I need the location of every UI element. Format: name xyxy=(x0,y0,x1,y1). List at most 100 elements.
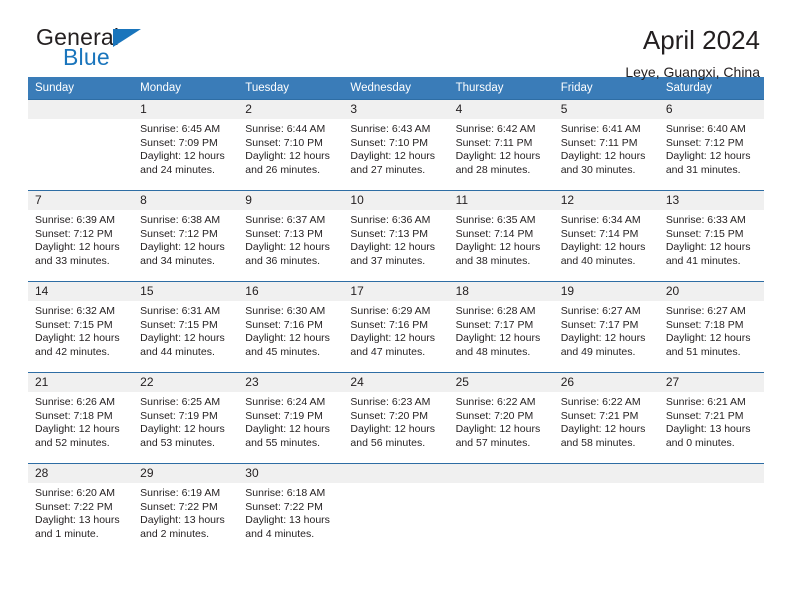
day-cell[interactable]: Sunrise: 6:36 AM Sunset: 7:13 PM Dayligh… xyxy=(343,210,448,281)
day-cell[interactable]: Sunrise: 6:20 AM Sunset: 7:22 PM Dayligh… xyxy=(28,483,133,554)
day-cell[interactable]: Sunrise: 6:37 AM Sunset: 7:13 PM Dayligh… xyxy=(238,210,343,281)
day-number[interactable]: 2 xyxy=(238,100,343,119)
general-blue-logo[interactable]: General Blue xyxy=(28,26,178,82)
sunrise-text: Sunrise: 6:22 AM xyxy=(560,396,641,408)
day-number[interactable]: 21 xyxy=(28,373,133,392)
daylight-text-line2: and 33 minutes. xyxy=(35,254,110,267)
day-cell[interactable]: Sunrise: 6:22 AM Sunset: 7:20 PM Dayligh… xyxy=(449,392,554,463)
day-cell[interactable]: Sunrise: 6:38 AM Sunset: 7:12 PM Dayligh… xyxy=(133,210,238,281)
week-detail-row: Sunrise: 6:32 AM Sunset: 7:15 PM Dayligh… xyxy=(28,301,764,372)
day-number[interactable]: 9 xyxy=(238,191,343,210)
day-cell[interactable]: Sunrise: 6:24 AM Sunset: 7:19 PM Dayligh… xyxy=(238,392,343,463)
day-number[interactable]: 20 xyxy=(659,282,764,301)
day-cell[interactable]: Sunrise: 6:45 AM Sunset: 7:09 PM Dayligh… xyxy=(133,119,238,190)
daylight-text-line2: and 27 minutes. xyxy=(350,163,426,176)
day-number[interactable]: 30 xyxy=(238,464,343,483)
sunset-text: Sunset: 7:19 PM xyxy=(245,409,323,422)
day-number[interactable]: 28 xyxy=(28,464,133,483)
day-cell[interactable]: Sunrise: 6:22 AM Sunset: 7:21 PM Dayligh… xyxy=(554,392,659,463)
day-number[interactable]: 8 xyxy=(133,191,238,210)
sunset-text: Sunset: 7:12 PM xyxy=(665,136,744,149)
day-cell[interactable] xyxy=(28,119,133,190)
sunrise-text: Sunrise: 6:19 AM xyxy=(140,487,221,499)
day-cell[interactable] xyxy=(343,483,448,554)
day-number[interactable]: 24 xyxy=(343,373,448,392)
day-number[interactable] xyxy=(28,100,133,119)
day-number[interactable]: 27 xyxy=(659,373,764,392)
day-number[interactable] xyxy=(343,464,448,483)
sunset-text: Sunset: 7:22 PM xyxy=(35,500,113,513)
day-cell[interactable]: Sunrise: 6:30 AM Sunset: 7:16 PM Dayligh… xyxy=(238,301,343,372)
day-cell[interactable] xyxy=(449,483,554,554)
day-cell[interactable]: Sunrise: 6:18 AM Sunset: 7:22 PM Dayligh… xyxy=(238,483,343,554)
day-number[interactable]: 19 xyxy=(554,282,659,301)
day-cell[interactable]: Sunrise: 6:27 AM Sunset: 7:18 PM Dayligh… xyxy=(659,301,764,372)
sunrise-text: Sunrise: 6:28 AM xyxy=(455,305,536,317)
day-cell[interactable]: Sunrise: 6:41 AM Sunset: 7:11 PM Dayligh… xyxy=(554,119,659,190)
day-cell[interactable]: Sunrise: 6:42 AM Sunset: 7:11 PM Dayligh… xyxy=(449,119,554,190)
daylight-text-line1: Daylight: 12 hours xyxy=(560,332,646,345)
day-cell[interactable]: Sunrise: 6:27 AM Sunset: 7:17 PM Dayligh… xyxy=(554,301,659,372)
day-cell[interactable] xyxy=(554,483,659,554)
day-cell[interactable]: Sunrise: 6:39 AM Sunset: 7:12 PM Dayligh… xyxy=(28,210,133,281)
day-cell[interactable]: Sunrise: 6:44 AM Sunset: 7:10 PM Dayligh… xyxy=(238,119,343,190)
day-cell[interactable]: Sunrise: 6:26 AM Sunset: 7:18 PM Dayligh… xyxy=(28,392,133,463)
daylight-text-line2: and 1 minute. xyxy=(35,527,99,540)
daylight-text-line2: and 0 minutes. xyxy=(665,436,735,449)
day-cell[interactable]: Sunrise: 6:35 AM Sunset: 7:14 PM Dayligh… xyxy=(449,210,554,281)
daylight-text-line1: Daylight: 13 hours xyxy=(665,423,751,436)
sunset-text: Sunset: 7:12 PM xyxy=(140,227,218,240)
day-number[interactable]: 6 xyxy=(659,100,764,119)
daylight-text-line1: Daylight: 12 hours xyxy=(245,423,330,436)
daylight-text-line2: and 41 minutes. xyxy=(665,254,741,267)
daylight-text-line2: and 31 minutes. xyxy=(665,163,741,176)
day-number[interactable] xyxy=(659,464,764,483)
day-number[interactable]: 7 xyxy=(28,191,133,210)
day-cell[interactable]: Sunrise: 6:28 AM Sunset: 7:17 PM Dayligh… xyxy=(449,301,554,372)
day-cell[interactable]: Sunrise: 6:34 AM Sunset: 7:14 PM Dayligh… xyxy=(554,210,659,281)
day-number[interactable]: 13 xyxy=(659,191,764,210)
day-number[interactable]: 16 xyxy=(238,282,343,301)
day-cell[interactable]: Sunrise: 6:32 AM Sunset: 7:15 PM Dayligh… xyxy=(28,301,133,372)
day-cell[interactable]: Sunrise: 6:19 AM Sunset: 7:22 PM Dayligh… xyxy=(133,483,238,554)
sunrise-text: Sunrise: 6:22 AM xyxy=(455,396,536,408)
day-number[interactable]: 15 xyxy=(133,282,238,301)
day-number[interactable]: 1 xyxy=(133,100,238,119)
day-cell[interactable]: Sunrise: 6:21 AM Sunset: 7:21 PM Dayligh… xyxy=(659,392,764,463)
day-cell[interactable]: Sunrise: 6:29 AM Sunset: 7:16 PM Dayligh… xyxy=(343,301,448,372)
day-cell[interactable] xyxy=(659,483,764,554)
sunset-text: Sunset: 7:20 PM xyxy=(350,409,429,422)
daylight-text-line2: and 52 minutes. xyxy=(35,436,110,449)
day-number[interactable]: 14 xyxy=(28,282,133,301)
day-number[interactable]: 3 xyxy=(343,100,448,119)
day-number[interactable]: 22 xyxy=(133,373,238,392)
sunset-text: Sunset: 7:10 PM xyxy=(245,136,323,149)
daylight-text-line2: and 44 minutes. xyxy=(140,345,215,358)
day-number[interactable]: 5 xyxy=(554,100,659,119)
day-number[interactable]: 25 xyxy=(449,373,554,392)
day-number[interactable]: 17 xyxy=(343,282,448,301)
day-number[interactable] xyxy=(449,464,554,483)
day-cell[interactable]: Sunrise: 6:25 AM Sunset: 7:19 PM Dayligh… xyxy=(133,392,238,463)
sunset-text: Sunset: 7:19 PM xyxy=(140,409,218,422)
sunset-text: Sunset: 7:22 PM xyxy=(140,500,218,513)
day-number[interactable]: 12 xyxy=(554,191,659,210)
day-number[interactable] xyxy=(554,464,659,483)
daylight-text-line2: and 45 minutes. xyxy=(245,345,320,358)
day-cell[interactable]: Sunrise: 6:43 AM Sunset: 7:10 PM Dayligh… xyxy=(343,119,448,190)
daylight-text-line1: Daylight: 12 hours xyxy=(140,332,225,345)
day-number[interactable]: 18 xyxy=(449,282,554,301)
day-number[interactable]: 23 xyxy=(238,373,343,392)
day-number[interactable]: 26 xyxy=(554,373,659,392)
day-cell[interactable]: Sunrise: 6:31 AM Sunset: 7:15 PM Dayligh… xyxy=(133,301,238,372)
day-number[interactable]: 4 xyxy=(449,100,554,119)
day-cell[interactable]: Sunrise: 6:40 AM Sunset: 7:12 PM Dayligh… xyxy=(659,119,764,190)
day-cell[interactable]: Sunrise: 6:33 AM Sunset: 7:15 PM Dayligh… xyxy=(659,210,764,281)
daylight-text-line1: Daylight: 12 hours xyxy=(35,332,120,345)
day-number[interactable]: 11 xyxy=(449,191,554,210)
day-number[interactable]: 10 xyxy=(343,191,448,210)
day-cell[interactable]: Sunrise: 6:23 AM Sunset: 7:20 PM Dayligh… xyxy=(343,392,448,463)
weekday-tuesday: Tuesday xyxy=(245,82,289,94)
daylight-text-line1: Daylight: 12 hours xyxy=(455,332,541,345)
day-number[interactable]: 29 xyxy=(133,464,238,483)
